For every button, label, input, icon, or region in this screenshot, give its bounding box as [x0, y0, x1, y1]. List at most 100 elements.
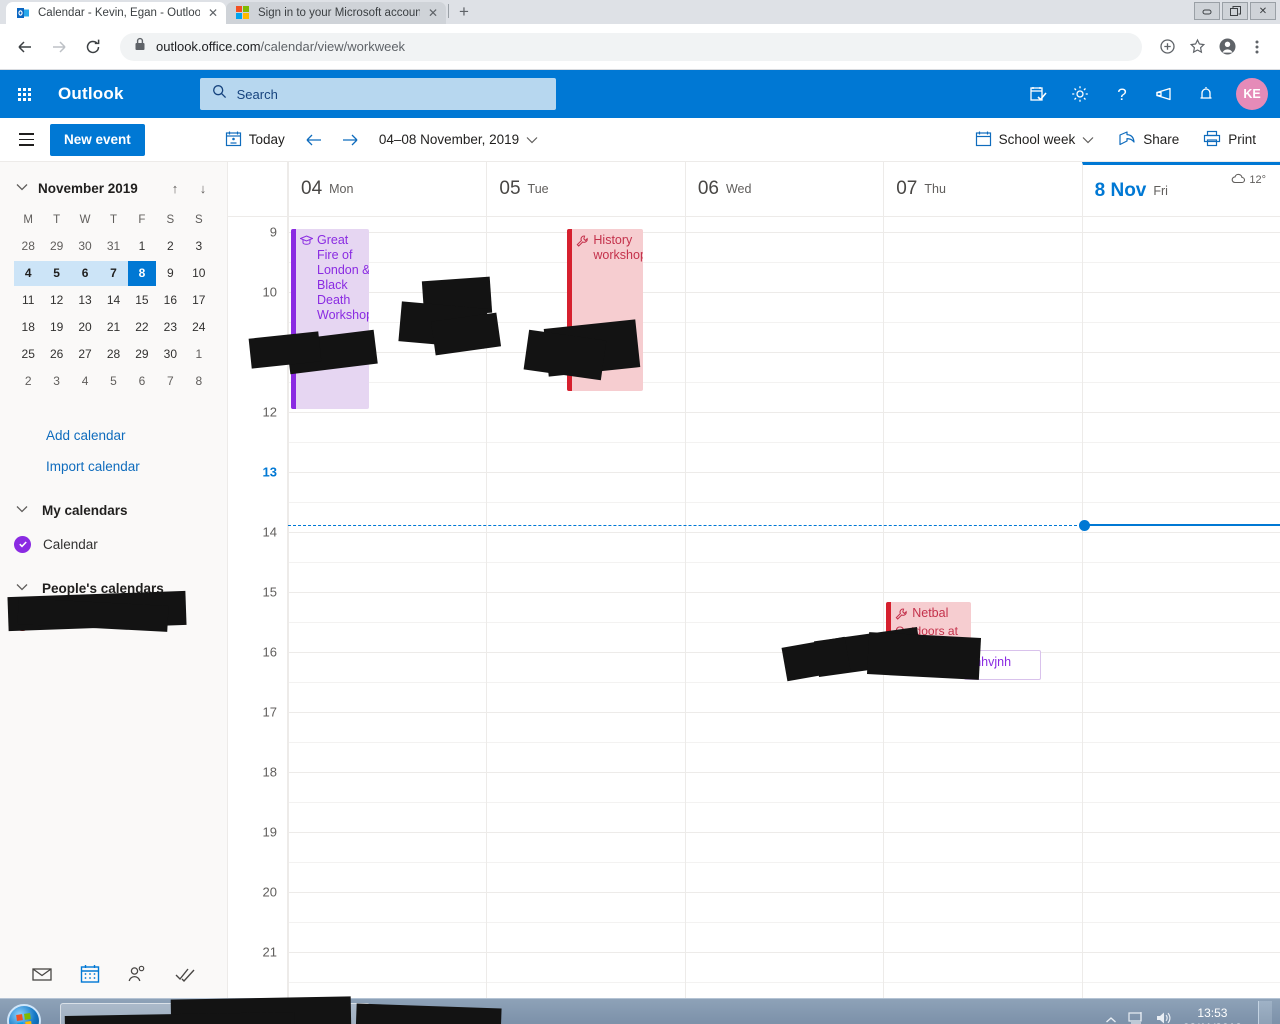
day-column-fri[interactable] [1081, 217, 1280, 998]
feedback-megaphone-icon[interactable] [1144, 74, 1184, 114]
mini-calendar-day[interactable]: 16 [156, 288, 184, 313]
mini-calendar-day[interactable]: 8 [185, 369, 213, 394]
mini-calendar-day[interactable]: 10 [185, 261, 213, 286]
calendar-icon[interactable] [79, 963, 101, 985]
close-button[interactable]: ✕ [1250, 2, 1276, 20]
mini-calendar-day[interactable]: 9 [156, 261, 184, 286]
mail-icon[interactable] [31, 963, 53, 985]
address-bar[interactable]: outlook.office.com/calendar/view/workwee… [120, 32, 1142, 61]
notifications-bell-icon[interactable] [1186, 74, 1226, 114]
day-header-thu[interactable]: 07 Thu [883, 162, 1081, 216]
windows-start-orb[interactable] [2, 1001, 46, 1024]
avatar[interactable]: KE [1236, 78, 1268, 110]
todo-icon[interactable] [174, 963, 196, 985]
mini-calendar-day[interactable]: 2 [156, 234, 184, 259]
calendar-list-item-shared[interactable] [0, 590, 227, 638]
next-period-button[interactable] [333, 124, 367, 156]
day-header-tue[interactable]: 05 Tue [486, 162, 684, 216]
mini-calendar-day[interactable]: 8 [127, 261, 157, 286]
mini-calendar-day[interactable]: 28 [14, 234, 42, 259]
volume-icon[interactable] [1155, 1010, 1173, 1024]
settings-gear-icon[interactable] [1060, 74, 1100, 114]
outlook-brand[interactable]: Outlook [58, 84, 124, 104]
date-range-picker[interactable]: 04–08 November, 2019 [369, 124, 548, 156]
view-selector[interactable]: School week [965, 124, 1105, 156]
mini-calendar-day[interactable]: 27 [71, 342, 99, 367]
mini-calendar-day[interactable]: 24 [185, 315, 213, 340]
mini-calendar-day[interactable]: 28 [99, 342, 127, 367]
mini-calendar-day[interactable]: 5 [42, 261, 71, 286]
app-launcher-icon[interactable] [0, 70, 48, 118]
mini-calendar-day[interactable]: 4 [71, 369, 99, 394]
day-header-wed[interactable]: 06 Wed [684, 162, 883, 216]
tasks-icon[interactable] [1018, 74, 1058, 114]
mini-calendar-day[interactable]: 4 [14, 261, 43, 286]
chrome-menu-icon[interactable] [1244, 34, 1270, 60]
mini-calendar-day[interactable]: 20 [71, 315, 99, 340]
mini-calendar-day[interactable]: 22 [128, 315, 156, 340]
mini-calendar-day[interactable]: 30 [71, 234, 99, 259]
new-event-button[interactable]: New event [50, 123, 145, 156]
calendar-list-item-calendar[interactable]: Calendar [0, 528, 227, 560]
mini-calendar-day[interactable]: 6 [70, 261, 100, 286]
mini-calendar-day[interactable]: 7 [99, 261, 128, 286]
mini-calendar-day[interactable]: 13 [71, 288, 99, 313]
mini-calendar-day[interactable]: 26 [42, 342, 70, 367]
chevron-down-icon[interactable] [14, 182, 30, 194]
calendar-checkbox-icon[interactable] [14, 535, 31, 553]
profile-icon[interactable] [1214, 34, 1240, 60]
print-button[interactable]: Print [1193, 124, 1266, 156]
share-button[interactable]: Share [1108, 124, 1189, 156]
minimize-button[interactable] [1194, 2, 1220, 20]
mini-calendar-day[interactable]: 1 [185, 342, 213, 367]
search-input[interactable]: Search [199, 78, 556, 110]
day-column-wed[interactable] [684, 217, 884, 998]
maximize-button[interactable] [1222, 2, 1248, 20]
new-tab-button[interactable]: + [451, 3, 477, 22]
calendar-event[interactable]: Great Fire of London & Black Death Works… [291, 229, 369, 409]
mini-calendar-day[interactable]: 7 [156, 369, 184, 394]
mini-calendar-day[interactable]: 18 [14, 315, 42, 340]
mini-calendar-day[interactable]: 1 [128, 234, 156, 259]
mini-calendar-day[interactable]: 6 [128, 369, 156, 394]
previous-month-button[interactable]: ↑ [165, 181, 185, 196]
mini-calendar-day[interactable]: 30 [156, 342, 184, 367]
day-header-fri[interactable]: 8 Nov Fri 12° [1081, 162, 1280, 216]
mini-calendar-day[interactable]: 31 [99, 234, 127, 259]
mini-calendar-day[interactable]: 3 [185, 234, 213, 259]
mini-calendar-day[interactable]: 3 [42, 369, 70, 394]
browser-tab-calendar[interactable]: Calendar - Kevin, Egan - Outlook ✕ [6, 2, 226, 24]
mini-calendar-day[interactable]: 14 [99, 288, 127, 313]
install-icon[interactable] [1154, 34, 1180, 60]
mini-calendar-day[interactable]: 15 [128, 288, 156, 313]
network-icon[interactable] [1127, 1010, 1145, 1024]
help-question-icon[interactable]: ? [1102, 74, 1142, 114]
taskbar-clock[interactable]: 13:53 08/11/2019 [1183, 1006, 1242, 1024]
weather-indicator[interactable]: 12° [1231, 173, 1266, 187]
mini-calendar-day[interactable]: 25 [14, 342, 42, 367]
mini-calendar-day[interactable]: 21 [99, 315, 127, 340]
today-button[interactable]: Today [215, 124, 295, 156]
mini-calendar-day[interactable]: 5 [99, 369, 127, 394]
mini-calendar-day[interactable]: 29 [42, 234, 70, 259]
my-calendars-group[interactable]: My calendars [0, 492, 227, 528]
reload-button[interactable] [78, 32, 108, 62]
previous-period-button[interactable] [297, 124, 331, 156]
import-calendar-link[interactable]: Import calendar [0, 451, 227, 482]
people-icon[interactable] [126, 963, 148, 985]
mini-calendar-day[interactable]: 17 [185, 288, 213, 313]
browser-tab-signin[interactable]: Sign in to your Microsoft account ✕ [226, 2, 446, 24]
mini-calendar-day[interactable]: 29 [128, 342, 156, 367]
mini-calendar-title[interactable]: November 2019 [38, 181, 157, 196]
next-month-button[interactable]: ↓ [193, 181, 213, 196]
taskbar-item[interactable]: calend [60, 995, 502, 1024]
back-button[interactable] [10, 32, 40, 62]
show-hidden-icons-icon[interactable] [1105, 1012, 1117, 1024]
bookmark-star-icon[interactable] [1184, 34, 1210, 60]
mini-calendar-day[interactable]: 12 [42, 288, 70, 313]
mini-calendar-day[interactable]: 2 [14, 369, 42, 394]
day-column-thu[interactable]: Netbal Outdoors at nhvjnh [883, 217, 1082, 998]
forward-button[interactable] [44, 32, 74, 62]
day-header-mon[interactable]: 04 Mon [288, 162, 486, 216]
close-icon[interactable]: ✕ [208, 7, 218, 19]
